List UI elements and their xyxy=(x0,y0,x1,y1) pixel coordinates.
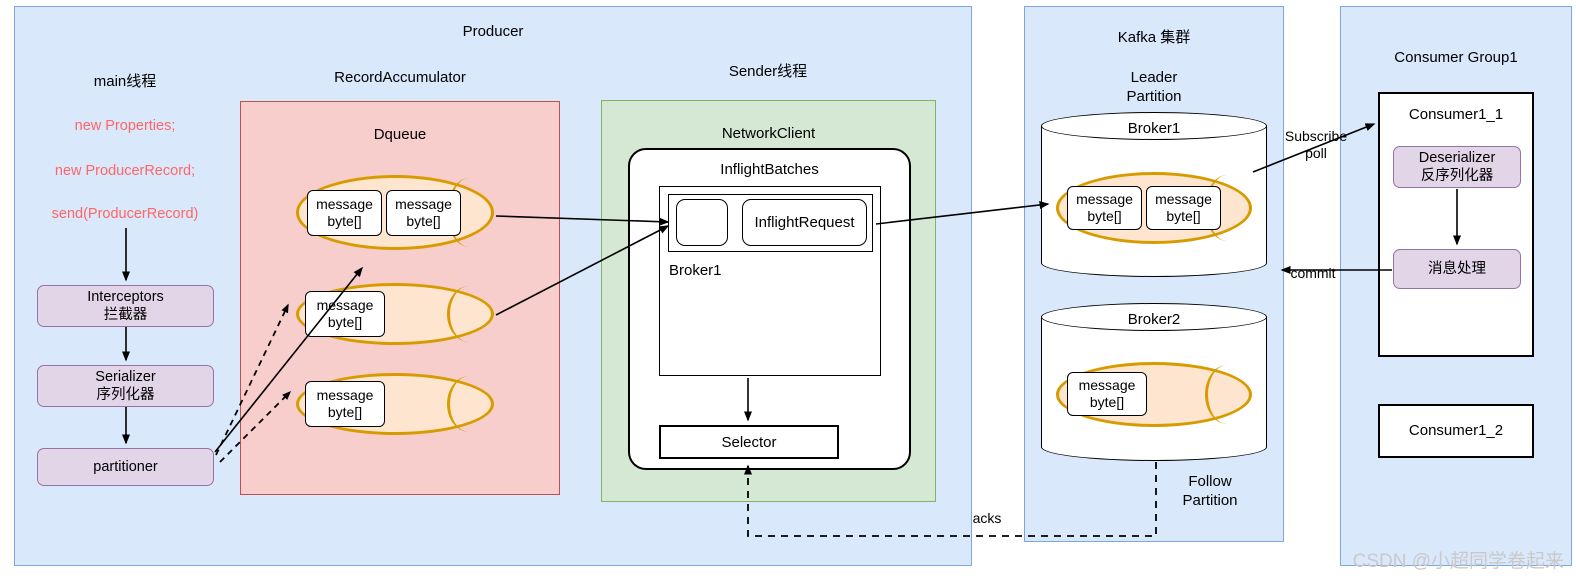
record-accumulator-title: RecordAccumulator xyxy=(334,69,466,86)
broker2-queue[interactable]: message byte[] xyxy=(1056,362,1252,427)
dqueue-row-2[interactable]: message byte[] xyxy=(296,283,494,345)
dqueue-row-3[interactable]: message byte[] xyxy=(296,373,494,435)
consumer1-1-box[interactable] xyxy=(1378,92,1534,357)
stage-interceptors[interactable]: Interceptors 拦截器 xyxy=(37,285,214,327)
consumer-step-deserializer[interactable]: Deserializer 反序列化器 xyxy=(1393,146,1521,188)
dqueue-row-1[interactable]: message byte[] message byte[] xyxy=(296,175,494,250)
diagram-canvas: Producer main线程 new Properties; new Prod… xyxy=(0,0,1576,579)
dqueue-title: Dqueue xyxy=(373,126,427,143)
broker-name: Broker2 xyxy=(1127,311,1181,328)
queue-message[interactable]: message byte[] xyxy=(305,381,385,427)
selector-box[interactable]: Selector xyxy=(659,425,839,459)
code-line-send-producerrecord: send(ProducerRecord) xyxy=(51,206,199,222)
consumer1-2-name: Consumer1_2 xyxy=(1408,422,1504,439)
code-line-new-producerrecord: new ProducerRecord; xyxy=(54,163,196,179)
queue-message[interactable]: message byte[] xyxy=(305,291,385,337)
follow-partition-label: Follow Partition xyxy=(1182,473,1238,509)
subscribe-poll-label: Subscribe poll xyxy=(1284,128,1348,161)
queue-message[interactable]: message byte[] xyxy=(1146,186,1221,230)
inflight-request-box[interactable]: InflightRequest xyxy=(742,199,867,246)
consumer-step-message-processing[interactable]: 消息处理 xyxy=(1393,249,1521,289)
watermark: CSDN @小超同学卷起来 xyxy=(1352,551,1564,572)
inflight-batches-title: InflightBatches xyxy=(720,161,819,178)
leader-partition-label: Leader Partition xyxy=(1126,69,1182,105)
stage-serializer[interactable]: Serializer 序列化器 xyxy=(37,365,214,407)
code-line-new-properties: new Properties; xyxy=(74,118,176,134)
sender-thread-title: Sender线程 xyxy=(728,63,808,80)
queue-message[interactable]: message byte[] xyxy=(1067,372,1147,416)
stage-partitioner[interactable]: partitioner xyxy=(37,448,214,486)
kafka-cluster-title: Kafka 集群 xyxy=(1117,29,1191,46)
main-thread-title: main线程 xyxy=(93,73,157,90)
acks-label: acks xyxy=(972,510,1002,526)
queue-message[interactable]: message byte[] xyxy=(307,190,382,236)
network-client-title: NetworkClient xyxy=(721,125,816,142)
queue-message[interactable]: message byte[] xyxy=(386,190,461,236)
broker-name: Broker1 xyxy=(1127,120,1181,137)
queue-message[interactable]: message byte[] xyxy=(1067,186,1142,230)
inflight-broker-label: Broker1 xyxy=(669,262,722,279)
producer-title: Producer xyxy=(462,23,524,40)
broker1-queue[interactable]: message byte[] message byte[] xyxy=(1056,172,1252,244)
commit-label: commit xyxy=(1290,265,1336,281)
inflight-slot-empty[interactable] xyxy=(676,199,728,246)
consumer1-1-name: Consumer1_1 xyxy=(1408,106,1504,123)
consumer-group-title: Consumer Group1 xyxy=(1394,49,1518,66)
